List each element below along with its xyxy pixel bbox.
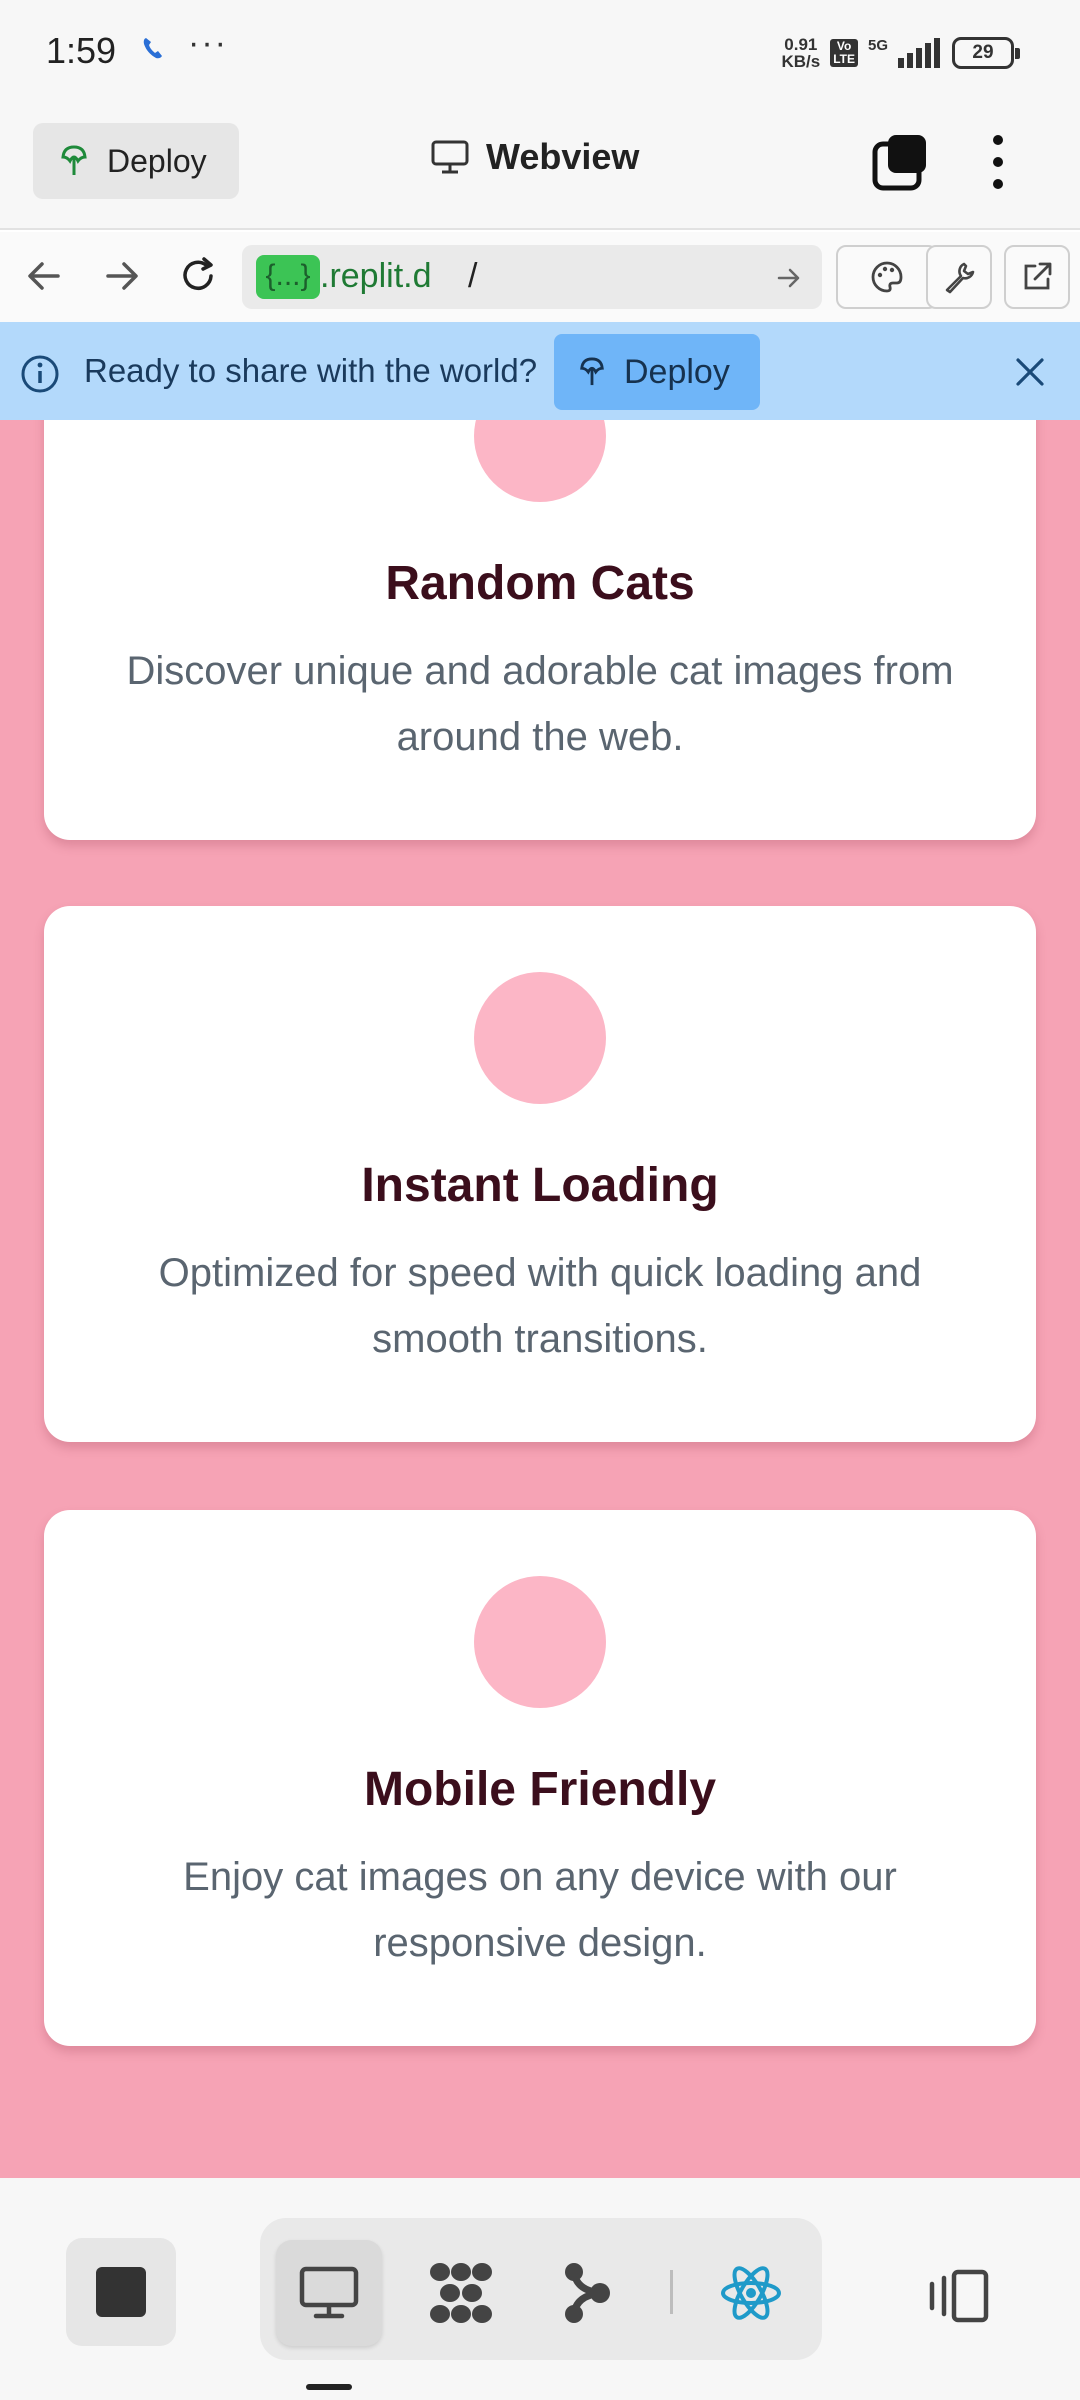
feature-icon-circle [474, 972, 606, 1104]
feature-card: Random Cats Discover unique and adorable… [44, 420, 1036, 840]
theme-button[interactable] [836, 245, 938, 309]
react-tool-button[interactable] [698, 2240, 804, 2346]
webview-tool-button[interactable] [276, 2240, 382, 2346]
stop-button[interactable] [66, 2238, 176, 2346]
stop-icon [96, 2267, 146, 2317]
battery-icon: 29 [952, 37, 1020, 69]
phone-call-icon [143, 38, 162, 59]
deploy-button[interactable]: Deploy [33, 123, 239, 199]
network-speed-value: 0.91 [784, 35, 818, 54]
feature-card: Mobile Friendly Enjoy cat images on any … [44, 1510, 1036, 2046]
feature-description: Optimized for speed with quick loading a… [158, 1251, 922, 1361]
feature-description: Discover unique and adorable cat images … [126, 649, 954, 759]
status-more-icon: ··· [188, 24, 228, 62]
packages-tool-button[interactable] [408, 2240, 514, 2346]
status-bar: 1:59 ··· 0.91 KB/s Vo LTE 5G 29 [0, 0, 1080, 106]
tabs-icon[interactable] [870, 132, 930, 192]
go-arrow-icon[interactable] [776, 265, 802, 291]
banner-deploy-label: Deploy [624, 352, 730, 391]
status-time: 1:59 [46, 30, 117, 71]
deploy-icon [61, 145, 87, 175]
monitor-icon [431, 140, 469, 174]
workspace-tools [260, 2218, 822, 2360]
monitor-icon [299, 2266, 359, 2319]
url-domain: .replit.d [320, 257, 432, 295]
volte-bottom: LTE [833, 52, 855, 66]
tool-separator [670, 2270, 673, 2314]
volte-icon: Vo LTE [830, 39, 858, 67]
open-new-tab-button[interactable] [1004, 245, 1070, 309]
reload-icon[interactable] [178, 256, 218, 296]
feature-icon-circle [474, 420, 606, 502]
git-icon [565, 2263, 610, 2323]
network-type: 5G [867, 36, 888, 54]
deploy-button-label: Deploy [107, 142, 207, 179]
feature-title: Random Cats [385, 557, 695, 610]
devtools-button[interactable] [926, 245, 992, 309]
device-rotate-icon[interactable] [926, 2268, 992, 2324]
feature-title: Instant Loading [361, 1159, 719, 1212]
back-icon[interactable] [26, 256, 62, 296]
wrench-icon [945, 262, 975, 294]
url-path: / [468, 257, 478, 295]
forward-icon[interactable] [104, 256, 140, 296]
close-icon[interactable] [1014, 356, 1046, 388]
status-indicators: 0.91 KB/s Vo LTE 5G 29 [781, 32, 1020, 74]
webview-title: Webview [430, 136, 639, 178]
deploy-banner: Ready to share with the world? Deploy [0, 322, 1080, 420]
more-options-icon[interactable] [984, 132, 1012, 192]
url-input[interactable]: {...} .replit.d / [242, 245, 822, 309]
feature-title: Mobile Friendly [363, 1763, 717, 1816]
app-bar: Deploy Webview [0, 106, 1080, 230]
bottom-toolbar [0, 2178, 1080, 2400]
react-icon [721, 2266, 781, 2320]
banner-message: Ready to share with the world? [84, 352, 538, 389]
git-tool-button[interactable] [534, 2240, 640, 2346]
deploy-icon [580, 357, 604, 386]
info-icon [21, 355, 59, 393]
feature-card: Instant Loading Optimized for speed with… [44, 906, 1036, 1442]
network-speed: 0.91 KB/s [781, 36, 820, 70]
banner-deploy-button[interactable]: Deploy [554, 334, 760, 410]
packages-icon [430, 2263, 492, 2323]
network-speed-unit: KB/s [781, 52, 821, 71]
feature-description: Enjoy cat images on any device with our … [183, 1855, 897, 1965]
url-domain-chip: {...} [256, 255, 320, 299]
webview-content[interactable]: Random Cats Discover unique and adorable… [0, 420, 1080, 2178]
palette-icon [871, 261, 903, 293]
signal-icon [898, 38, 940, 68]
home-indicator [306, 2384, 352, 2390]
external-link-icon [1024, 262, 1052, 290]
url-bar: {...} .replit.d / [0, 232, 1080, 322]
feature-icon-circle [474, 1576, 606, 1708]
page-title: Webview [486, 136, 640, 177]
